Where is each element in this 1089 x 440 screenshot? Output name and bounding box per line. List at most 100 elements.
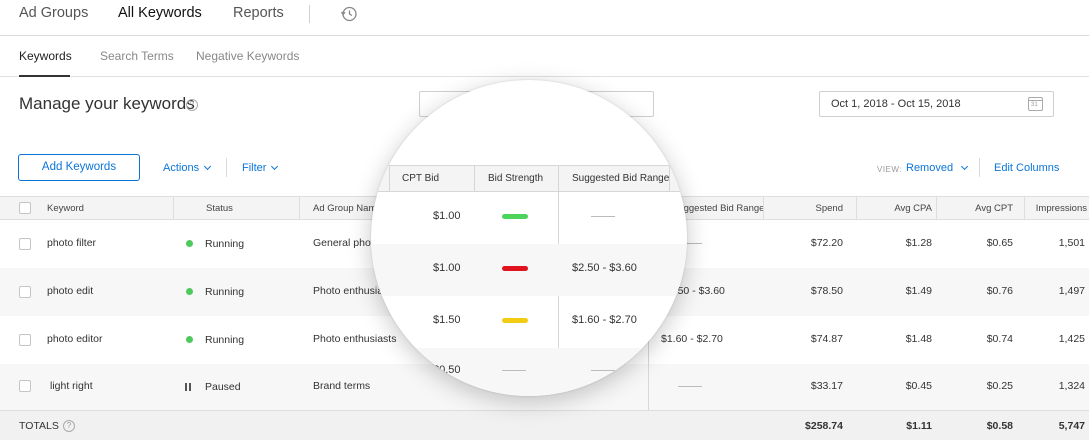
page-title: Manage your keywords xyxy=(19,94,195,113)
magnified-header: CPT Bid Bid Strength Suggested Bid Range xyxy=(371,165,687,192)
row-checkbox[interactable] xyxy=(19,238,31,250)
toolbar-divider xyxy=(979,158,980,177)
spend-cell: $74.87 xyxy=(810,333,843,345)
column-spend[interactable]: Spend xyxy=(780,203,843,214)
avg-cpa-cell: $1.28 xyxy=(905,237,932,249)
running-status-dot xyxy=(186,288,193,295)
spend-cell: $33.17 xyxy=(810,380,843,392)
column-divider xyxy=(669,165,670,192)
row-checkbox[interactable] xyxy=(19,380,31,392)
chevron-down-icon xyxy=(961,162,969,171)
column-impressions[interactable]: Impressions xyxy=(1026,203,1087,214)
row-checkbox[interactable] xyxy=(19,286,31,298)
impressions-cell: 1,425 xyxy=(1058,333,1085,345)
empty-value-dash xyxy=(591,370,615,371)
avg-cpt-cell: $0.25 xyxy=(986,380,1013,392)
column-bid-strength[interactable]: Bid Strength xyxy=(488,173,543,184)
cpt-bid-cell[interactable]: $1.00 xyxy=(433,262,461,274)
chevron-down-icon xyxy=(271,162,279,171)
magnified-row: $1.00 $2.50 - $3.60 xyxy=(371,244,687,296)
column-avg-cpa[interactable]: Avg CPA xyxy=(860,203,932,214)
keyword-cell[interactable]: photo editor xyxy=(47,333,102,345)
total-avg-cpt: $0.58 xyxy=(986,420,1013,432)
impressions-cell: 1,324 xyxy=(1058,380,1085,392)
total-spend: $258.74 xyxy=(805,420,843,432)
chevron-down-icon xyxy=(204,162,212,171)
row-checkbox[interactable] xyxy=(19,334,31,346)
view-value: Removed xyxy=(906,162,954,174)
status-cell[interactable]: Running xyxy=(205,238,244,250)
running-status-dot xyxy=(186,336,193,343)
column-divider xyxy=(936,196,937,220)
impressions-cell: 1,497 xyxy=(1058,285,1085,297)
total-impressions: 5,747 xyxy=(1058,420,1085,432)
add-keywords-button[interactable]: Add Keywords xyxy=(18,154,140,181)
date-range-value: Oct 1, 2018 - Oct 15, 2018 xyxy=(831,98,961,110)
history-icon[interactable] xyxy=(339,4,359,24)
active-tab-underline xyxy=(19,75,70,77)
cpt-bid-cell[interactable]: $1.50 xyxy=(433,314,461,326)
tab-search-terms[interactable]: Search Terms xyxy=(100,49,174,63)
magnified-row: $0.50 xyxy=(371,348,687,396)
tab-all-keywords[interactable]: All Keywords xyxy=(118,5,202,21)
totals-row: TOTALS ? $258.74 $1.11 $0.58 5,747 xyxy=(0,410,1089,440)
cpt-bid-cell[interactable]: $1.00 xyxy=(433,210,461,222)
avg-cpa-cell: $1.48 xyxy=(905,333,932,345)
nav-divider xyxy=(309,5,310,23)
select-all-checkbox[interactable] xyxy=(19,202,31,214)
column-status[interactable]: Status xyxy=(206,203,233,214)
tab-ad-groups[interactable]: Ad Groups xyxy=(19,5,88,21)
column-divider xyxy=(299,196,300,220)
magnifier-lens: CPT Bid Bid Strength Suggested Bid Range… xyxy=(371,80,687,396)
pause-icon xyxy=(185,383,191,391)
spend-cell: $78.50 xyxy=(810,285,843,297)
column-cpt-bid[interactable]: CPT Bid xyxy=(402,173,439,184)
ad-group-cell[interactable]: General photo xyxy=(313,237,380,249)
cpt-bid-cell[interactable]: $0.50 xyxy=(433,364,461,376)
view-dropdown[interactable]: Removed xyxy=(906,162,969,174)
column-divider xyxy=(763,196,764,220)
filter-dropdown[interactable]: Filter xyxy=(242,162,279,174)
calendar-icon[interactable]: 31 xyxy=(1028,97,1043,111)
column-divider xyxy=(474,165,475,192)
column-divider xyxy=(389,165,390,192)
impressions-cell: 1,501 xyxy=(1058,237,1085,249)
bid-strength-weak-bar xyxy=(502,266,528,271)
magnified-row: $1.00 xyxy=(371,192,687,244)
totals-label: TOTALS xyxy=(19,420,59,432)
empty-value-dash xyxy=(591,216,615,217)
tab-reports[interactable]: Reports xyxy=(233,5,284,21)
avg-cpt-cell: $0.74 xyxy=(986,333,1013,345)
avg-cpa-cell: $0.45 xyxy=(905,380,932,392)
actions-dropdown[interactable]: Actions xyxy=(163,162,212,174)
column-divider xyxy=(856,196,857,220)
keyword-cell[interactable]: light right xyxy=(50,380,93,392)
help-icon[interactable]: ? xyxy=(63,420,75,432)
running-status-dot xyxy=(186,240,193,247)
view-label: VIEW: xyxy=(877,165,903,174)
suggested-bid-cell: $1.60 - $2.70 xyxy=(572,314,637,326)
empty-value-dash xyxy=(502,370,526,371)
avg-cpt-cell: $0.76 xyxy=(986,285,1013,297)
magnified-row: $1.50 $1.60 - $2.70 xyxy=(371,296,687,348)
column-suggested-bid-range[interactable]: Suggested Bid Range xyxy=(572,173,669,184)
tab-keywords[interactable]: Keywords xyxy=(19,49,72,63)
spend-cell: $72.20 xyxy=(810,237,843,249)
ad-group-cell[interactable]: Brand terms xyxy=(313,380,370,392)
keyword-cell[interactable]: photo filter xyxy=(47,237,96,249)
tab-negative-keywords[interactable]: Negative Keywords xyxy=(196,49,299,63)
column-keyword[interactable]: Keyword xyxy=(47,203,84,214)
bid-strength-medium-bar xyxy=(502,318,528,323)
keyword-cell[interactable]: photo edit xyxy=(47,285,93,297)
help-icon[interactable]: ? xyxy=(186,99,198,111)
status-cell[interactable]: Paused xyxy=(205,381,241,393)
edit-columns-link[interactable]: Edit Columns xyxy=(994,162,1059,174)
column-avg-cpt[interactable]: Avg CPT xyxy=(950,203,1013,214)
sub-navigation: Keywords Search Terms Negative Keywords xyxy=(0,36,1089,77)
date-range-picker[interactable]: Oct 1, 2018 - Oct 15, 2018 31 xyxy=(819,91,1054,117)
status-cell[interactable]: Running xyxy=(205,334,244,346)
status-cell[interactable]: Running xyxy=(205,286,244,298)
filter-label: Filter xyxy=(242,162,267,174)
avg-cpa-cell: $1.49 xyxy=(905,285,932,297)
column-divider xyxy=(173,196,174,220)
